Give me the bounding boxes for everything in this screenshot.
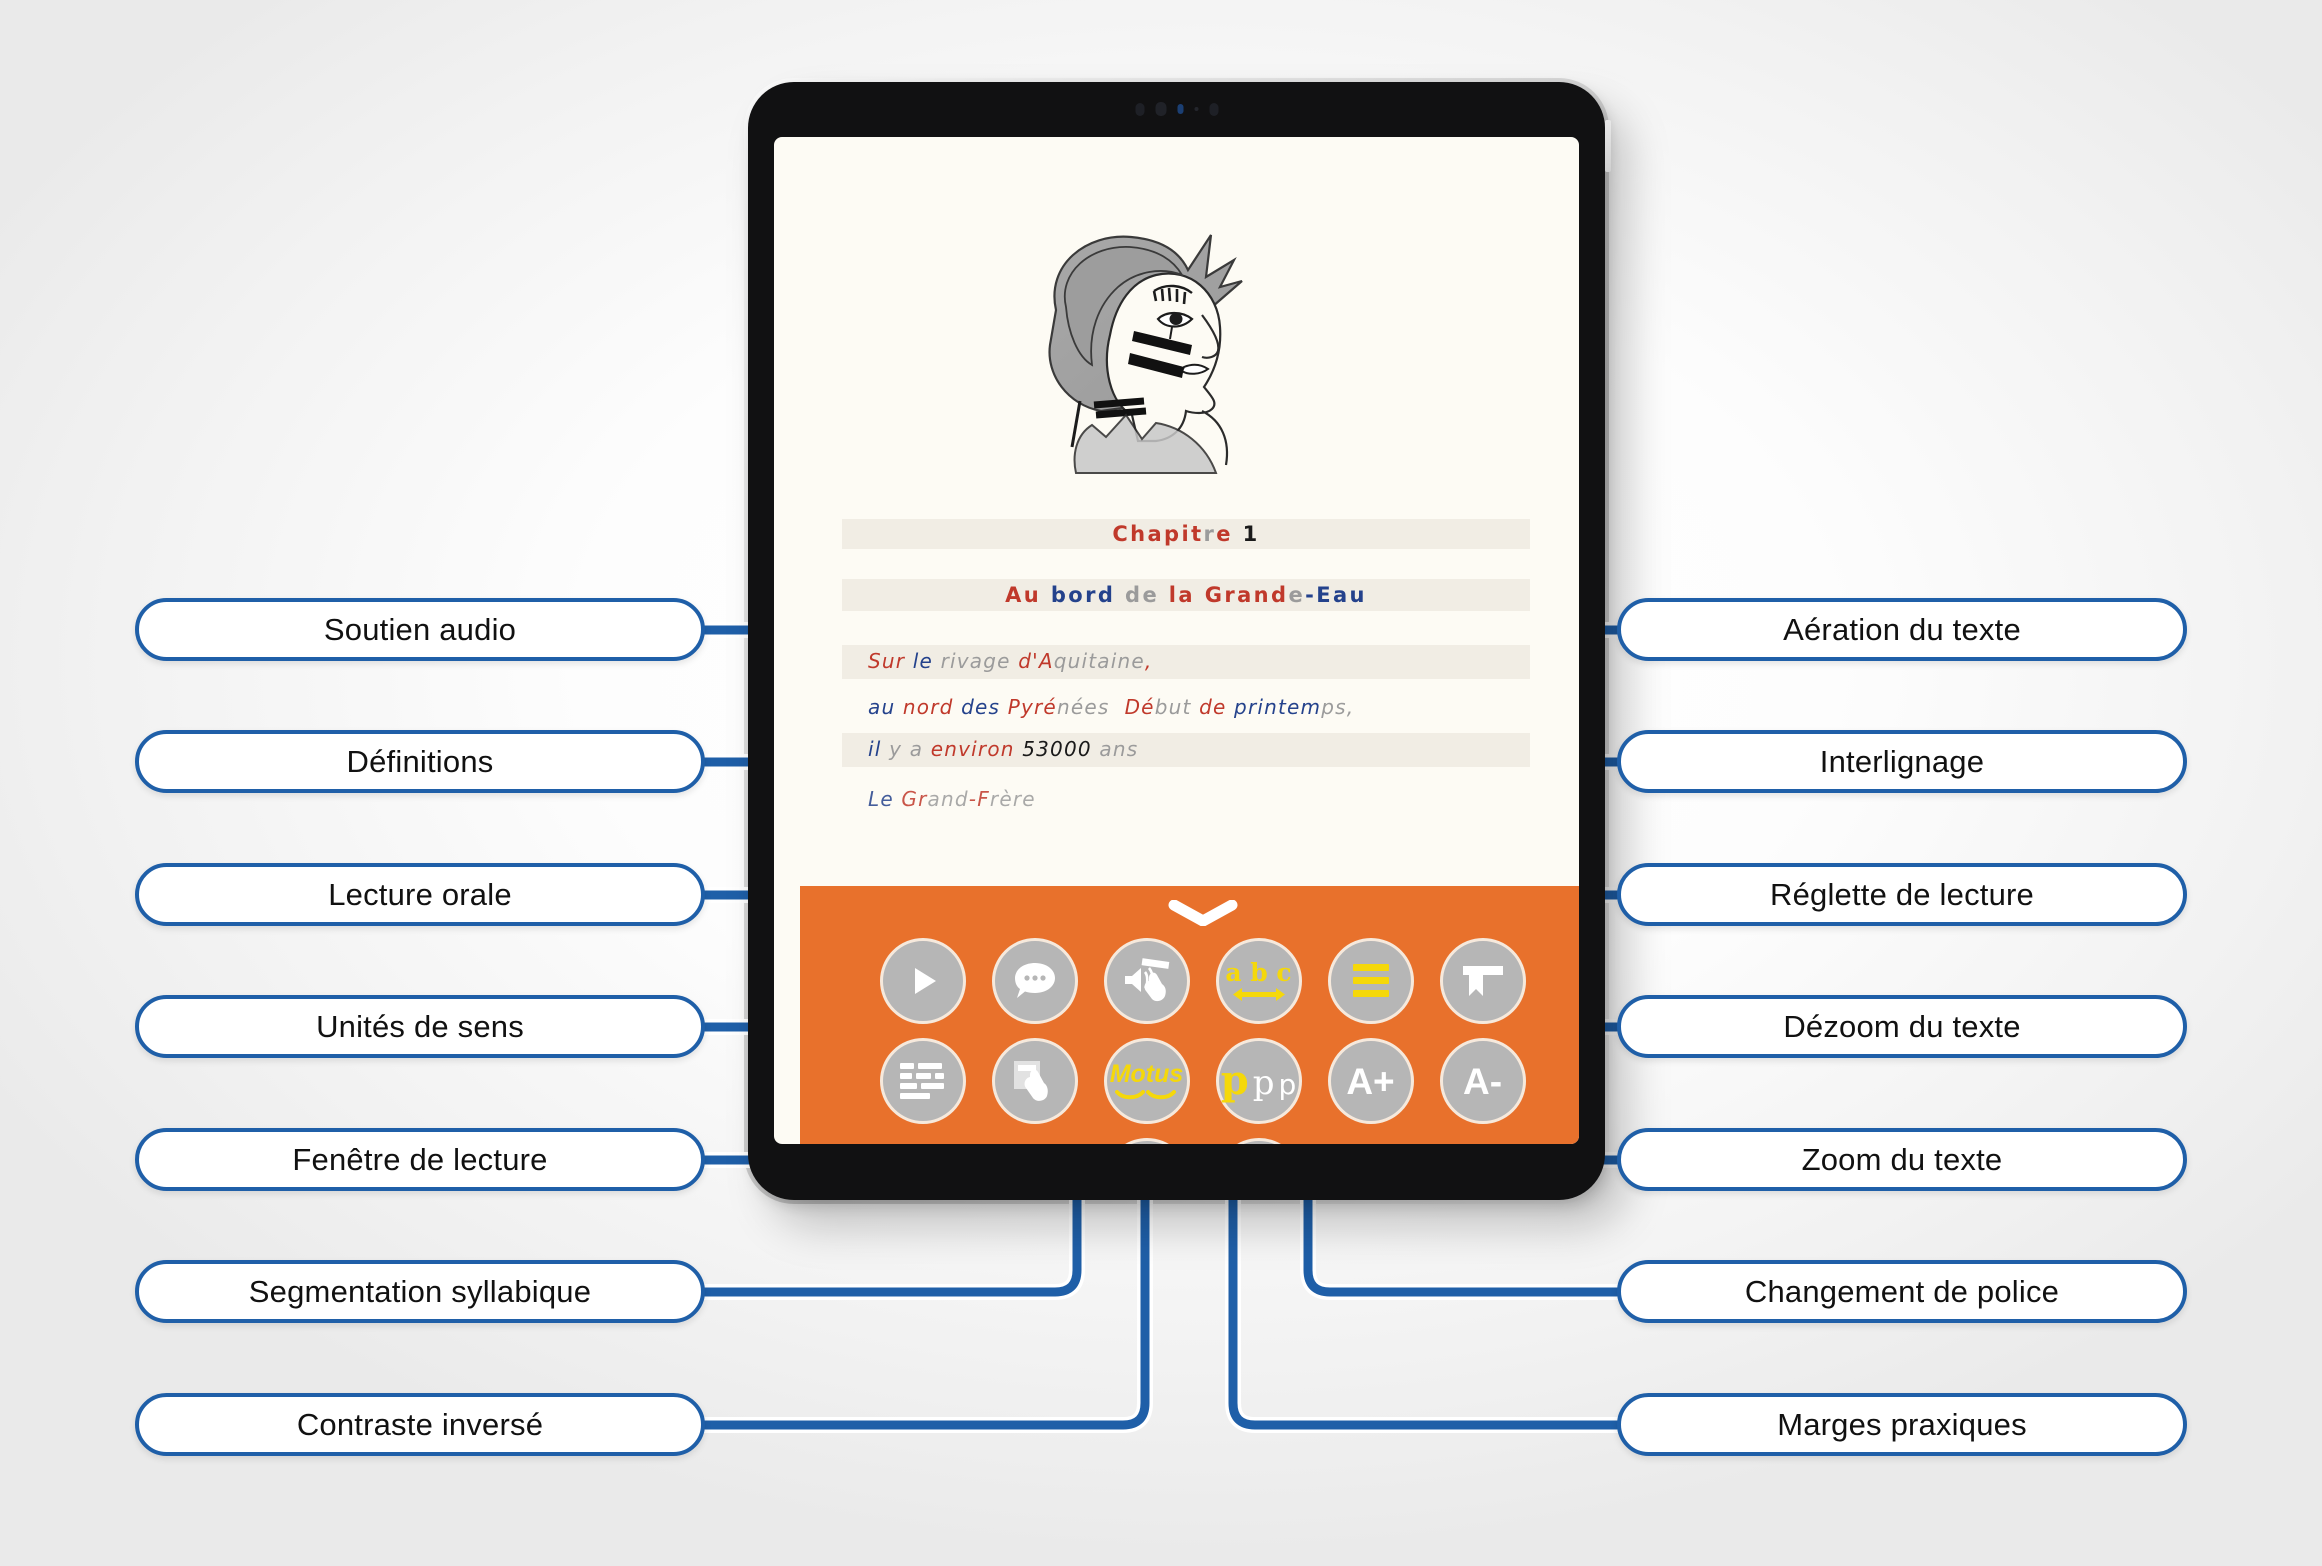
callout-label-text: Réglette de lecture — [1769, 876, 2034, 912]
toolbar-row-1: a b c — [800, 938, 1579, 1024]
body-line-3: il y a environ 53000 ans — [868, 737, 1139, 761]
text-blocks-icon — [899, 1063, 944, 1099]
button-dezoom-du-texte[interactable]: A- — [1439, 1038, 1526, 1124]
button-segmentation-syllabique[interactable]: Motus — [1103, 1038, 1190, 1124]
callout-reglette-de-lecture[interactable]: Réglette de lecture — [1617, 863, 2187, 926]
reading-window-icon — [1013, 1061, 1048, 1101]
tablet-device: Chapitre 1 Au bord de la Grande-Eau Sur … — [744, 78, 1611, 1204]
face-illustration — [1006, 215, 1296, 495]
text-smaller-label: A- — [1462, 1060, 1503, 1102]
callout-aeration-du-texte[interactable]: Aération du texte — [1617, 598, 2187, 661]
button-interlignage[interactable] — [1327, 938, 1414, 1024]
motus-label: Motus — [1109, 1059, 1184, 1088]
ambient-sensor-icon — [1209, 102, 1218, 116]
body-line-hidden: Le Grand-Frère — [868, 787, 1036, 811]
button-marges-praxiques[interactable] — [1215, 1138, 1302, 1144]
callout-label-text: Unités de sens — [316, 1008, 524, 1044]
callout-marges-praxiques[interactable]: Marges praxiques — [1617, 1393, 2187, 1456]
button-contraste-inverse[interactable] — [1103, 1138, 1190, 1144]
callout-label-text: Changement de police — [1744, 1273, 2060, 1309]
book-page: Chapitre 1 Au bord de la Grande-Eau Sur … — [842, 519, 1530, 819]
tablet-screen: Chapitre 1 Au bord de la Grande-Eau Sur … — [774, 137, 1579, 1144]
section-title: Au bord de la Grande-Eau — [1005, 583, 1367, 607]
font-change-icon: ppp — [1220, 1057, 1297, 1104]
callout-label-text: Aération du texte — [1783, 611, 2021, 647]
callout-label-text: Zoom du texte — [1801, 1141, 2003, 1177]
power-button[interactable] — [1605, 120, 1611, 172]
chapter-heading: Chapitre 1 — [1112, 522, 1260, 546]
abc-spacing-icon: a b c — [1225, 957, 1292, 1003]
callout-label-text: Dézoom du texte — [1783, 1008, 2021, 1044]
button-soutien-audio[interactable] — [1103, 938, 1190, 1024]
button-aeration-du-texte[interactable]: a b c — [1215, 938, 1302, 1024]
callout-changement-de-police[interactable]: Changement de police — [1617, 1260, 2187, 1323]
callout-label-text: Contraste inversé — [296, 1406, 544, 1442]
button-unites-de-sens[interactable] — [879, 1038, 966, 1124]
callout-interlignage[interactable]: Interlignage — [1617, 730, 2187, 793]
button-lecture-orale[interactable] — [879, 938, 966, 1024]
callout-fenetre-de-lecture[interactable]: Fenêtre de lecture — [135, 1128, 705, 1191]
line-spacing-icon — [1352, 964, 1389, 997]
callout-zoom-du-texte[interactable]: Zoom du texte — [1617, 1128, 2187, 1191]
indicator-light-icon — [1177, 104, 1183, 114]
front-sensor-array — [1135, 102, 1218, 116]
chevron-down-icon[interactable] — [1168, 900, 1238, 926]
toolbar-row-3 — [800, 1138, 1579, 1144]
body-line-1: Sur le rivage d'Aquitaine, — [868, 649, 1153, 673]
callout-label-text: Fenêtre de lecture — [292, 1141, 548, 1177]
speech-bubble-icon — [1014, 963, 1055, 998]
button-definitions[interactable] — [991, 938, 1078, 1024]
callout-dezoom-du-texte[interactable]: Dézoom du texte — [1617, 995, 2187, 1058]
reading-ruler-icon — [1462, 966, 1503, 996]
button-reglette-de-lecture[interactable] — [1439, 938, 1526, 1024]
toolbar-rows: a b c Motus p p p A+ A- — [800, 938, 1579, 1144]
motus-icon: Motus — [1109, 1059, 1184, 1101]
accessibility-toolbar: a b c Motus p p p A+ A- — [800, 886, 1579, 1144]
button-changement-de-police[interactable]: ppp — [1215, 1038, 1302, 1124]
proximity-sensor-icon — [1135, 102, 1144, 116]
callout-definitions[interactable]: Définitions — [135, 730, 705, 793]
callout-label-text: Soutien audio — [323, 611, 517, 647]
abc-letters: a b c — [1225, 957, 1292, 987]
callout-segmentation-syllabique[interactable]: Segmentation syllabique — [135, 1260, 705, 1323]
callout-label-text: Segmentation syllabique — [248, 1273, 592, 1309]
button-zoom-du-texte[interactable]: A+ — [1327, 1038, 1414, 1124]
toolbar-row-2: Motus ppp A+ A- — [800, 1038, 1579, 1124]
button-fenetre-de-lecture[interactable] — [991, 1038, 1078, 1124]
play-icon — [914, 968, 936, 994]
callout-label-text: Marges praxiques — [1777, 1406, 2027, 1442]
callout-contraste-inverse[interactable]: Contraste inversé — [135, 1393, 705, 1456]
text-larger-label: A+ — [1346, 1060, 1395, 1102]
callout-soutien-audio[interactable]: Soutien audio — [135, 598, 705, 661]
speaker-tap-icon — [1124, 958, 1169, 1002]
infographic-stage: Chapitre 1 Au bord de la Grande-Eau Sur … — [0, 0, 2322, 1566]
callout-unites-de-sens[interactable]: Unités de sens — [135, 995, 705, 1058]
callout-lecture-orale[interactable]: Lecture orale — [135, 863, 705, 926]
body-line-2: au nord des Pyrénées Début de printemps, — [868, 695, 1355, 719]
callout-label-text: Interlignage — [1819, 743, 1985, 779]
mic-icon — [1194, 107, 1198, 111]
camera-icon — [1155, 102, 1166, 116]
callout-label-text: Lecture orale — [328, 876, 512, 912]
callout-label-text: Définitions — [346, 743, 494, 779]
